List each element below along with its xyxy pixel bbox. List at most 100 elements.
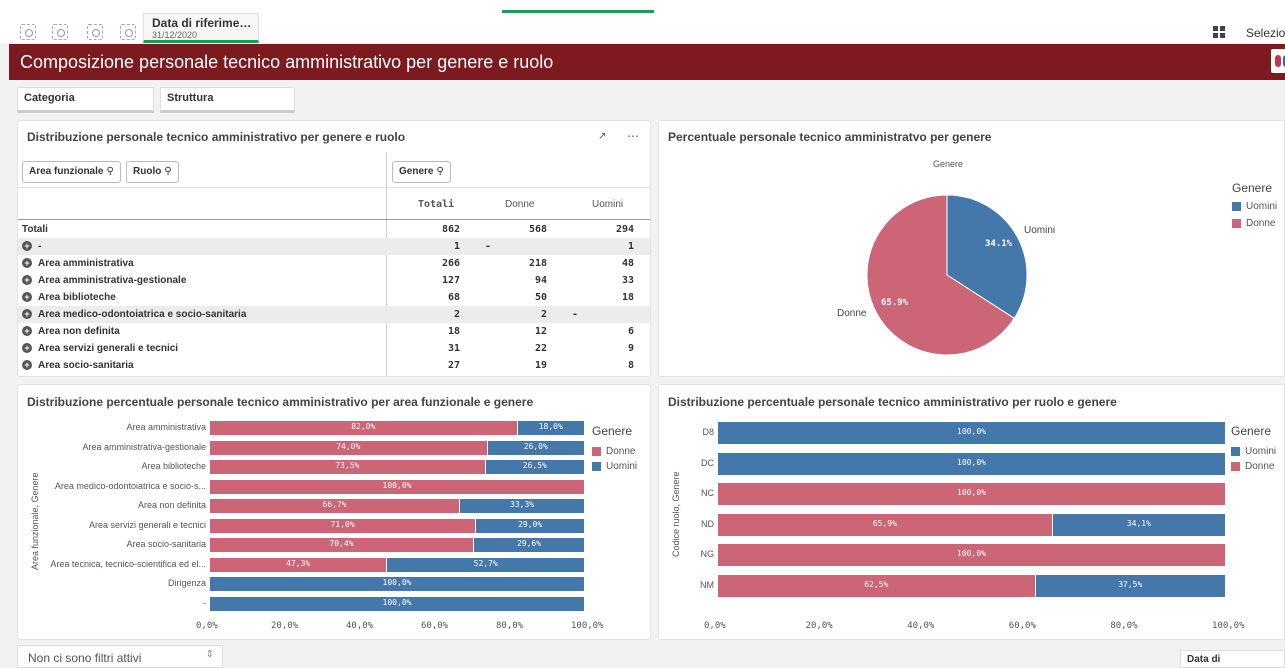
row-label: + Area non definita: [22, 326, 120, 337]
bar-segment-donne[interactable]: 73,5%: [210, 460, 486, 474]
bar-value-label: 100,0%: [957, 427, 986, 436]
cell-value: 862: [441, 224, 460, 235]
row-label: + Area socio-sanitaria: [22, 360, 134, 371]
step-forward-icon[interactable]: [87, 24, 103, 40]
expand-icon[interactable]: ↗: [598, 131, 606, 142]
selections-icon[interactable]: [1213, 26, 1227, 40]
bar-value-label: 62,5%: [864, 579, 889, 589]
table-row[interactable]: + -1-1: [18, 238, 650, 255]
bar-value-label: 29,6%: [516, 539, 542, 548]
bar-segment-donne[interactable]: 100,0%: [718, 483, 1226, 505]
smart-search-icon[interactable]: [20, 24, 36, 40]
pie-legend-uomini[interactable]: Uomini: [1232, 201, 1277, 212]
bar-segment-donne[interactable]: 66,7%: [210, 499, 461, 513]
expand-plus-icon[interactable]: +: [22, 360, 32, 371]
expand-plus-icon[interactable]: +: [22, 258, 32, 269]
legend-label: Donne: [1245, 461, 1275, 472]
category-label: D8: [702, 427, 714, 437]
bar-area-legend-donne[interactable]: Donne: [592, 446, 635, 457]
bar-segment-uomini[interactable]: 100,0%: [210, 596, 585, 611]
bar-segment-uomini[interactable]: 100,0%: [718, 452, 1226, 475]
category-label: Area medico-odontoiatrica e socio-s...: [54, 480, 206, 491]
active-filters-text: Non ci sono filtri attivi: [28, 651, 142, 665]
step-back-icon[interactable]: [52, 24, 68, 40]
table-row[interactable]: + Area servizi generali e tecnici 31 22 9: [18, 340, 650, 357]
col-header-uomini: Uomini: [592, 199, 624, 210]
selection-chip[interactable]: Data di riferime… 31/12/2020: [143, 13, 259, 43]
bar-segment-donne[interactable]: 100,0%: [718, 544, 1226, 566]
pie-legend-donne[interactable]: Donne: [1232, 218, 1275, 229]
bar-segment-uomini[interactable]: 29,6%: [474, 538, 585, 552]
bar-value-label: 29,0%: [518, 519, 543, 529]
bar-segment-uomini[interactable]: 100,0%: [210, 577, 585, 591]
axis-tick: 20,0%: [805, 621, 833, 631]
cell-value: 218: [528, 258, 547, 269]
bar-value-label: 47,3%: [286, 558, 311, 568]
bar-ruolo-panel: Distribuzione percentuale personale tecn…: [658, 384, 1285, 640]
bar-ruolo-legend-uomini[interactable]: Uomini: [1231, 446, 1276, 457]
cell-value: -: [572, 309, 579, 320]
dim-genere[interactable]: Genere ⚲: [392, 161, 451, 183]
bar-segment-donne[interactable]: 71,0%: [210, 518, 477, 533]
dim-ruolo[interactable]: Ruolo ⚲: [126, 161, 179, 183]
filter-categoria[interactable]: Categoria: [17, 87, 154, 113]
filter-struttura[interactable]: Struttura: [160, 87, 295, 113]
bar-segment-uomini[interactable]: 18,0%: [517, 421, 585, 435]
date-filter[interactable]: Data di: [1180, 650, 1285, 668]
col-header-donne: Donne: [505, 199, 535, 210]
table-row[interactable]: Totali 862 568 294: [18, 221, 650, 238]
row-label-text: Totali: [22, 224, 48, 235]
table-row[interactable]: + Area biblioteche 68 50 18: [18, 289, 650, 306]
cell-value: 9: [627, 343, 634, 354]
more-options-icon[interactable]: ⋯: [627, 129, 639, 143]
active-filters-dropdown[interactable]: Non ci sono filtri attivi ⇕: [17, 645, 223, 668]
row-label: + Area amministrativa: [22, 258, 134, 269]
sheet-header: Composizione personale tecnico amministr…: [9, 44, 1285, 80]
expand-plus-icon[interactable]: +: [22, 309, 32, 320]
expand-plus-icon[interactable]: +: [22, 241, 32, 252]
cell-value: 127: [441, 275, 460, 286]
table-row[interactable]: + Area amministrativa 266 218 48: [18, 255, 650, 272]
table-row[interactable]: + Area non definita 18 12 6: [18, 323, 650, 340]
expand-plus-icon[interactable]: +: [22, 275, 32, 286]
col-header-totali: Totali: [418, 199, 455, 210]
selection-value: 31/12/2020: [152, 30, 198, 40]
bar-value-label: 73,5%: [335, 461, 360, 470]
tab-indicator: [502, 10, 654, 13]
bar-ruolo-legend-donne[interactable]: Donne: [1231, 461, 1274, 472]
dim-area-funzionale[interactable]: Area funzionale ⚲: [22, 161, 121, 183]
bar-segment-donne[interactable]: 65,9%: [718, 513, 1053, 536]
bar-segment-uomini[interactable]: 29,0%: [476, 518, 585, 533]
bar-segment-donne[interactable]: 74,0%: [210, 440, 488, 455]
bar-segment-donne[interactable]: 100,0%: [210, 479, 585, 494]
bar-segment-donne[interactable]: 70,4%: [210, 538, 474, 552]
row-label-text: Area medico-odontoiatrica e socio-sanita…: [38, 309, 247, 320]
clear-selections-icon[interactable]: [120, 24, 136, 40]
bar-area-legend-title: Genere: [592, 424, 633, 438]
bar-segment-uomini[interactable]: 52,7%: [387, 557, 585, 572]
row-label-text: Area biblioteche: [38, 292, 116, 303]
row-label: + Area servizi generali e tecnici: [22, 343, 178, 354]
selections-button[interactable]: Selezion: [1246, 26, 1285, 40]
bar-segment-uomini[interactable]: 26,5%: [485, 460, 585, 474]
bar-segment-uomini[interactable]: 100,0%: [718, 422, 1226, 444]
expand-plus-icon[interactable]: +: [22, 326, 32, 337]
bar-segment-uomini[interactable]: 34,1%: [1052, 513, 1226, 536]
bar-segment-donne[interactable]: 62,5%: [718, 574, 1036, 597]
bar-segment-uomini[interactable]: 26,0%: [487, 440, 585, 455]
bar-segment-uomini[interactable]: 33,3%: [460, 499, 585, 513]
pie-label-donne: Donne: [837, 308, 867, 319]
bar-segment-uomini[interactable]: 37,5%: [1035, 574, 1226, 597]
bar-segment-donne[interactable]: 47,3%: [210, 557, 388, 572]
expand-plus-icon[interactable]: +: [22, 292, 32, 303]
bar-value-label: 33,3%: [510, 500, 535, 509]
table-row[interactable]: + Area amministrativa-gestionale 127 94 33: [18, 272, 650, 289]
date-filter-label: Data di: [1187, 654, 1221, 665]
table-row[interactable]: + Area socio-sanitaria 27 19 8: [18, 357, 650, 374]
category-label: Area servizi generali e tecnici: [88, 519, 206, 530]
bar-segment-donne[interactable]: 82,0%: [210, 421, 518, 435]
bar-value-label: 34,1%: [1126, 518, 1151, 528]
bar-area-legend-uomini[interactable]: Uomini: [592, 461, 637, 472]
table-row[interactable]: + Area medico-odontoiatrica e socio-sanit…: [18, 306, 650, 323]
expand-plus-icon[interactable]: +: [22, 343, 32, 354]
